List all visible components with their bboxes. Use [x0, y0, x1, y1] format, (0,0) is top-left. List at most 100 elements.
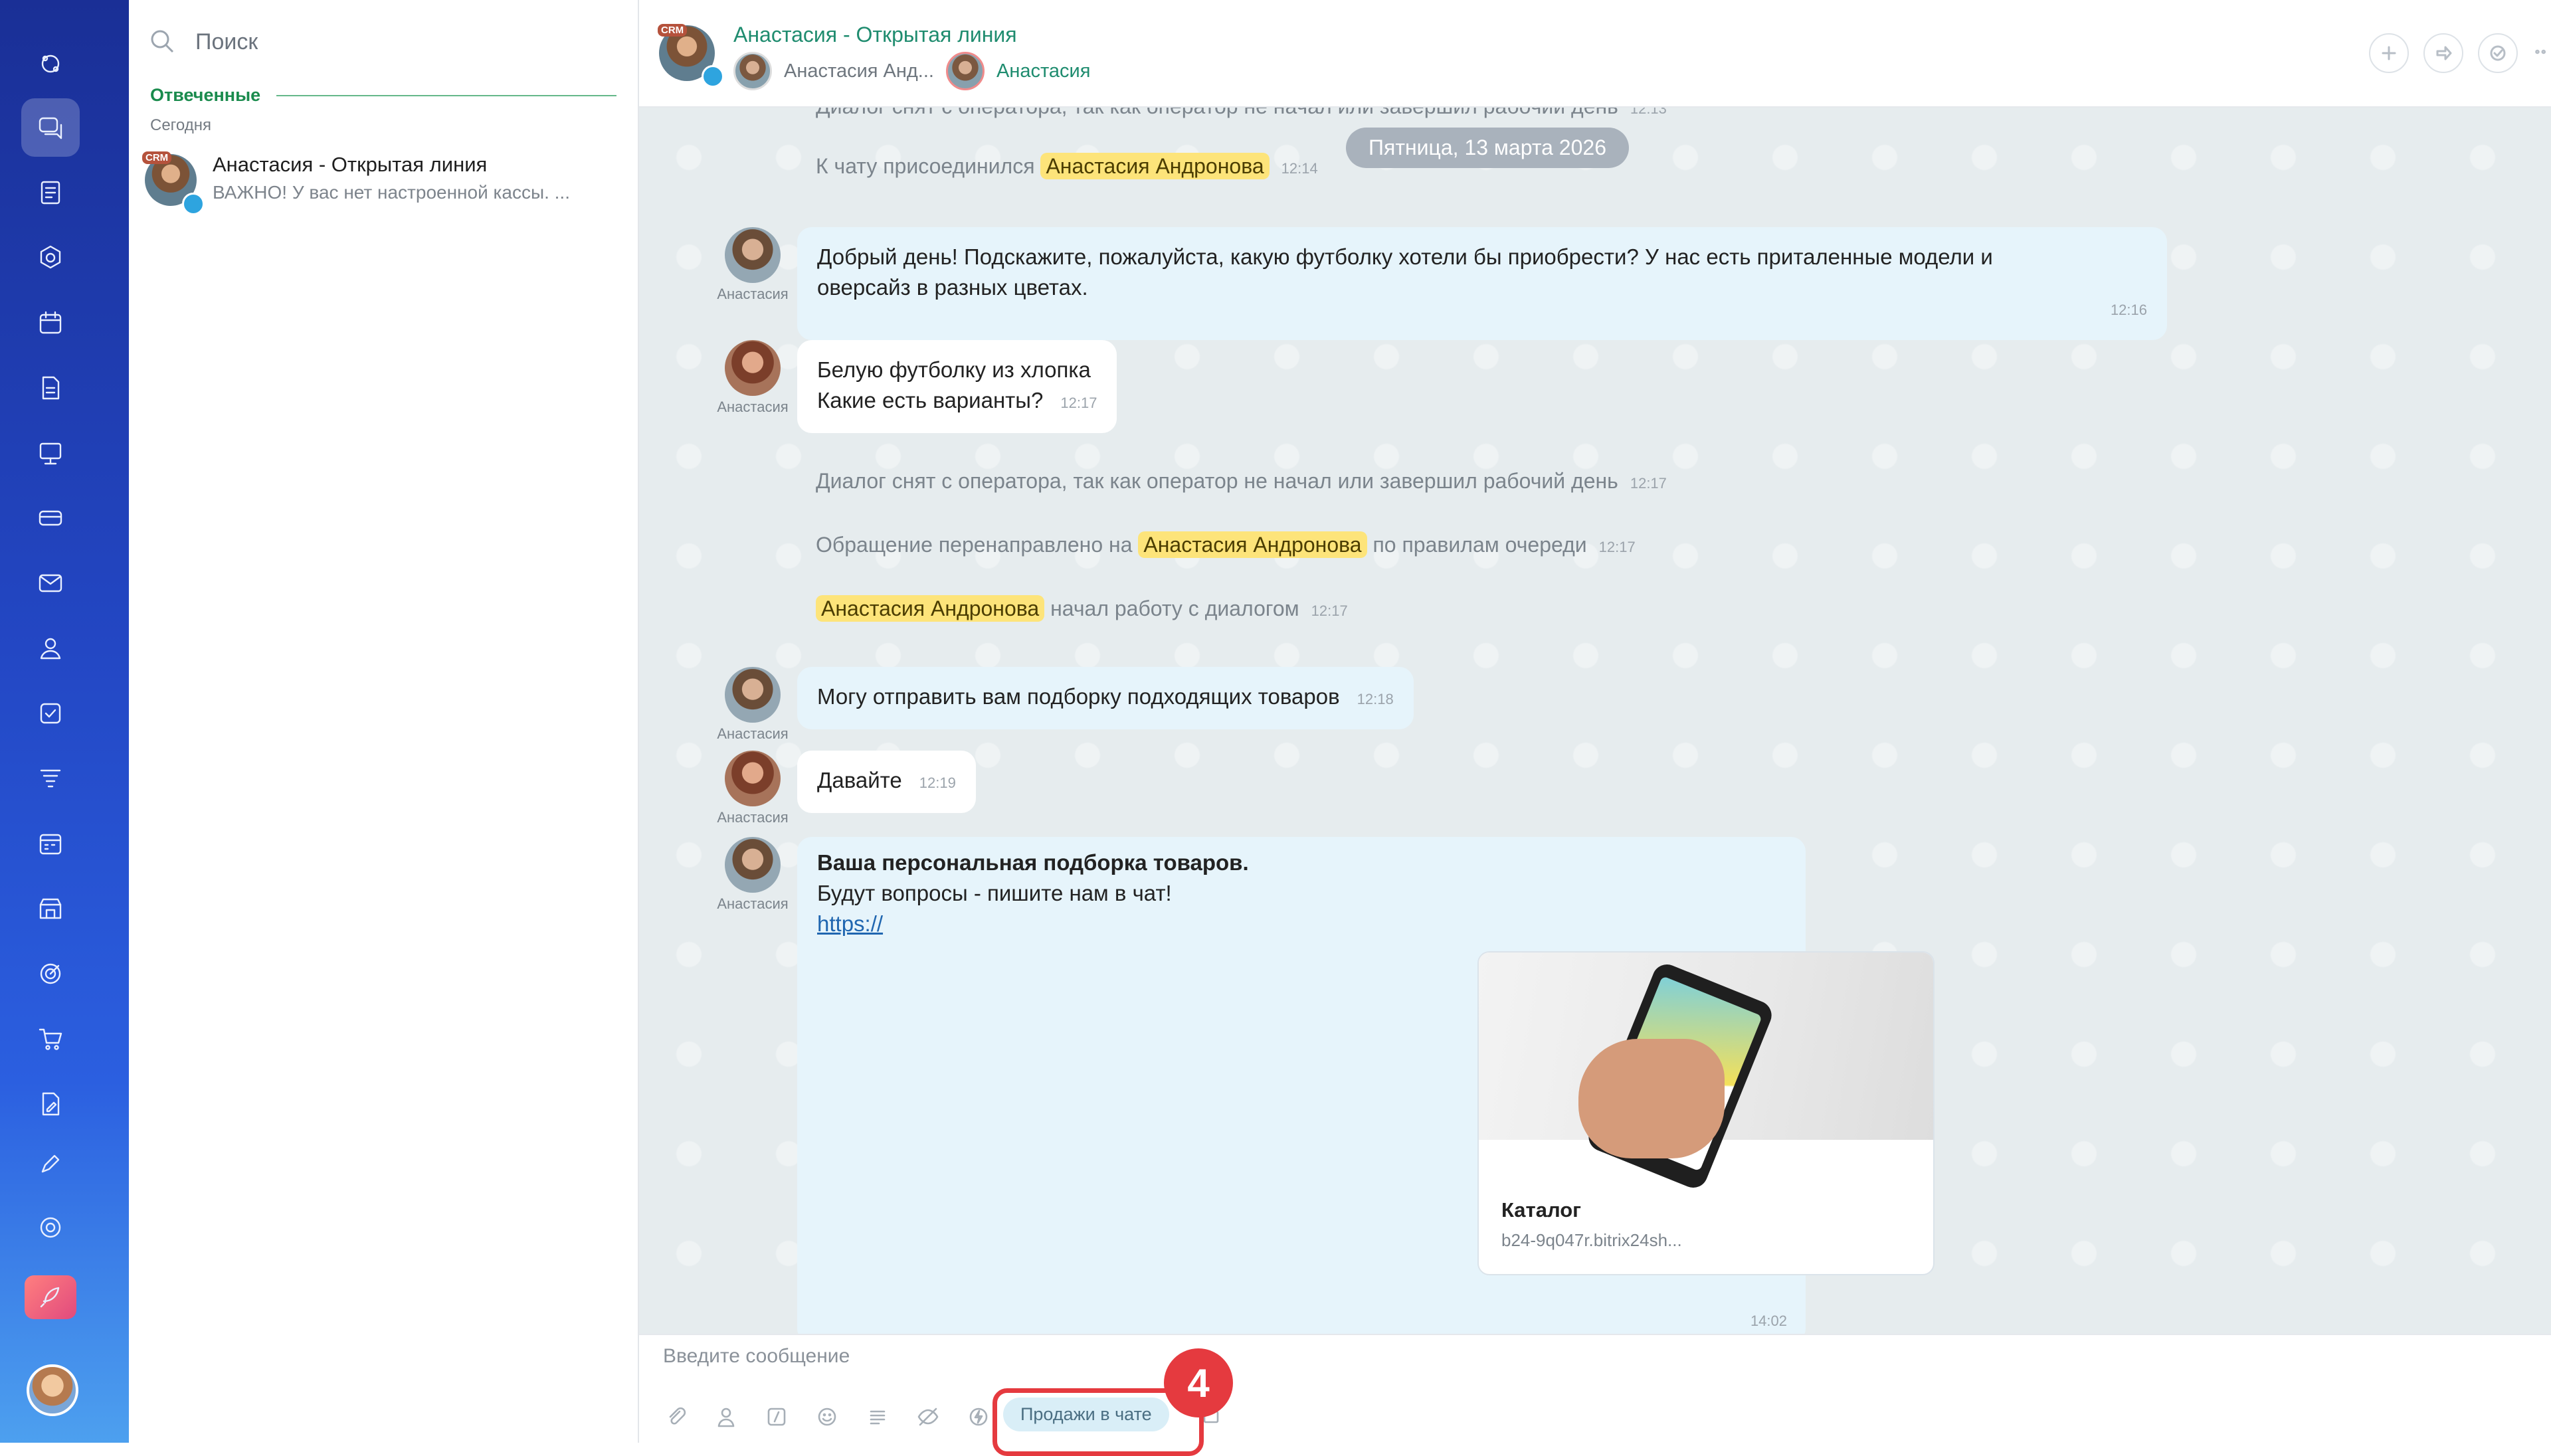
- sender-avatar[interactable]: [725, 667, 781, 723]
- member-avatar[interactable]: [733, 52, 772, 90]
- section-header: Отвеченные: [150, 85, 616, 106]
- user-tag[interactable]: Анастасия Андронова: [1040, 153, 1270, 179]
- slash-box-icon: [767, 1408, 786, 1426]
- message-feed[interactable]: Диалог снят с оператора, так как операто…: [639, 108, 2551, 1334]
- plus-icon: [2382, 46, 2396, 60]
- lightning-icon: [969, 1408, 988, 1426]
- emoji-button[interactable]: [810, 1400, 844, 1433]
- chat-list-item[interactable]: CRM Анастасия - Открытая линия ВАЖНО! У …: [142, 143, 627, 218]
- add-user-button[interactable]: [2369, 33, 2409, 73]
- message-sender: Анастасия: [712, 227, 793, 303]
- sender-avatar[interactable]: [725, 227, 781, 283]
- member-avatar-2[interactable]: [945, 52, 985, 90]
- system-message-start: Анастасия Андронова начал работу с диало…: [816, 595, 1348, 622]
- user-avatar[interactable]: [27, 1364, 78, 1416]
- system-message: Диалог снят с оператора, так как операто…: [816, 469, 1667, 493]
- rail-hexagon-icon[interactable]: [21, 228, 80, 287]
- more-button[interactable]: [2532, 33, 2551, 70]
- chat-title: Анастасия - Открытая линия: [213, 153, 488, 176]
- rail-settings-icon[interactable]: [21, 1198, 80, 1257]
- user-tag[interactable]: Анастасия Андронова: [816, 595, 1045, 622]
- rail-sign-icon[interactable]: [21, 1075, 80, 1133]
- chat-title-header[interactable]: Анастасия - Открытая линия: [733, 23, 1017, 47]
- list-icon: [870, 1410, 886, 1425]
- chat-preview: ВАЖНО! У вас нет настроенной кассы. ...: [213, 182, 570, 203]
- preview-domain: b24-9q047r.bitrix24sh...: [1501, 1230, 1682, 1250]
- message-sender: Анастасия: [712, 751, 793, 826]
- message-time: 12:18: [1357, 691, 1394, 707]
- user-tag[interactable]: Анастасия Андронова: [1138, 531, 1367, 558]
- rail-store-icon[interactable]: [21, 879, 80, 938]
- rail-calendar-icon[interactable]: [21, 294, 80, 352]
- message-bubble-operator[interactable]: Могу отправить вам подборку подходящих т…: [797, 667, 1414, 729]
- message-text: Добрый день! Подскажите, пожалуйста, как…: [817, 244, 1993, 269]
- message-time: 12:19: [919, 774, 956, 791]
- message-text: оверсайз в разных цветах.: [817, 275, 1088, 300]
- forward-button[interactable]: [2423, 33, 2463, 73]
- sender-avatar[interactable]: [725, 751, 781, 806]
- rail-mail-icon[interactable]: [21, 554, 80, 612]
- rail-rocket-icon[interactable]: [25, 1275, 76, 1319]
- link-preview-card[interactable]: Каталог b24-9q047r.bitrix24sh...: [1477, 951, 1935, 1275]
- rail-schedule-icon[interactable]: [21, 814, 80, 873]
- member-name[interactable]: Анастасия Анд...: [784, 60, 934, 82]
- attach-button[interactable]: [659, 1400, 692, 1433]
- crm-badge: CRM: [142, 151, 172, 164]
- dots-icon: [2535, 49, 2546, 54]
- rail-target-icon[interactable]: [21, 945, 80, 1003]
- rail-document-icon[interactable]: [21, 359, 80, 417]
- hidden-message-button[interactable]: [911, 1400, 945, 1433]
- message-link[interactable]: https://: [817, 911, 883, 936]
- sender-avatar[interactable]: [725, 340, 781, 396]
- search-input[interactable]: [194, 28, 595, 56]
- message-sender: Анастасия: [712, 340, 793, 416]
- message-bubble-operator[interactable]: Добрый день! Подскажите, пожалуйста, как…: [797, 227, 2167, 340]
- message-text: Давайте: [817, 768, 902, 792]
- message-text: Будут вопросы - пишите нам в чат!: [817, 881, 1172, 905]
- finish-dialog-button[interactable]: [2478, 33, 2518, 73]
- quick-action-button[interactable]: [962, 1400, 995, 1433]
- rail-feed-icon[interactable]: [21, 163, 80, 222]
- message-sender: Анастасия: [712, 667, 793, 743]
- header-telegram-icon: [702, 65, 724, 88]
- rail-board-icon[interactable]: [21, 424, 80, 482]
- chat-list-panel: Отвеченные Сегодня CRM Анастасия - Откры…: [129, 0, 639, 1443]
- message-sender: Анастасия: [712, 837, 793, 913]
- date-divider: Пятница, 13 марта 2026: [1346, 128, 1629, 168]
- sender-avatar[interactable]: [725, 837, 781, 893]
- rail-collaboration-icon[interactable]: [21, 35, 80, 93]
- message-text: Могу отправить вам подборку подходящих т…: [817, 684, 1340, 709]
- message-bubble-client[interactable]: Давайте 12:19: [797, 751, 976, 813]
- preview-title: Каталог: [1501, 1198, 1582, 1222]
- message-heading: Ваша персональная подборка товаров.: [817, 850, 1249, 875]
- header-actions: [2369, 33, 2551, 73]
- composer-toolbar: [659, 1400, 995, 1433]
- hand-illustration: [1578, 1039, 1725, 1158]
- rail-pencil-icon[interactable]: [21, 1135, 80, 1193]
- system-message-redirect: Обращение перенаправлено на Анастасия Ан…: [816, 531, 1636, 558]
- rail-card-icon[interactable]: [21, 489, 80, 547]
- chat-header: CRM Анастасия - Открытая линия Анастасия…: [639, 0, 2551, 108]
- forward-icon: [2436, 46, 2452, 60]
- message-composer: Продажи в чате 4: [639, 1334, 2551, 1456]
- rail-funnel-icon[interactable]: [21, 749, 80, 808]
- rail-tasks-icon[interactable]: [21, 684, 80, 743]
- section-title: Отвеченные: [150, 85, 261, 105]
- commands-button[interactable]: [760, 1400, 793, 1433]
- preview-image: [1479, 953, 1933, 1192]
- rail-contacts-icon[interactable]: [21, 619, 80, 678]
- message-bubble-client[interactable]: Белую футболку из хлопка Какие есть вариа…: [797, 340, 1117, 433]
- message-text: Какие есть варианты?: [817, 388, 1044, 412]
- paperclip-icon: [669, 1407, 686, 1425]
- contact-button[interactable]: [709, 1400, 743, 1433]
- message-text: Белую футболку из хлопка: [817, 357, 1091, 382]
- section-date: Сегодня: [150, 116, 211, 134]
- section-divider: [276, 94, 616, 96]
- chat-area: CRM Анастасия - Открытая линия Анастасия…: [639, 0, 2551, 1456]
- templates-button[interactable]: [861, 1400, 894, 1433]
- step-badge: 4: [1164, 1348, 1233, 1417]
- rail-messenger-icon[interactable]: [21, 98, 80, 157]
- member-name-2[interactable]: Анастасия: [996, 60, 1090, 82]
- app-sidebar: [0, 0, 129, 1443]
- rail-cart-icon[interactable]: [21, 1010, 80, 1068]
